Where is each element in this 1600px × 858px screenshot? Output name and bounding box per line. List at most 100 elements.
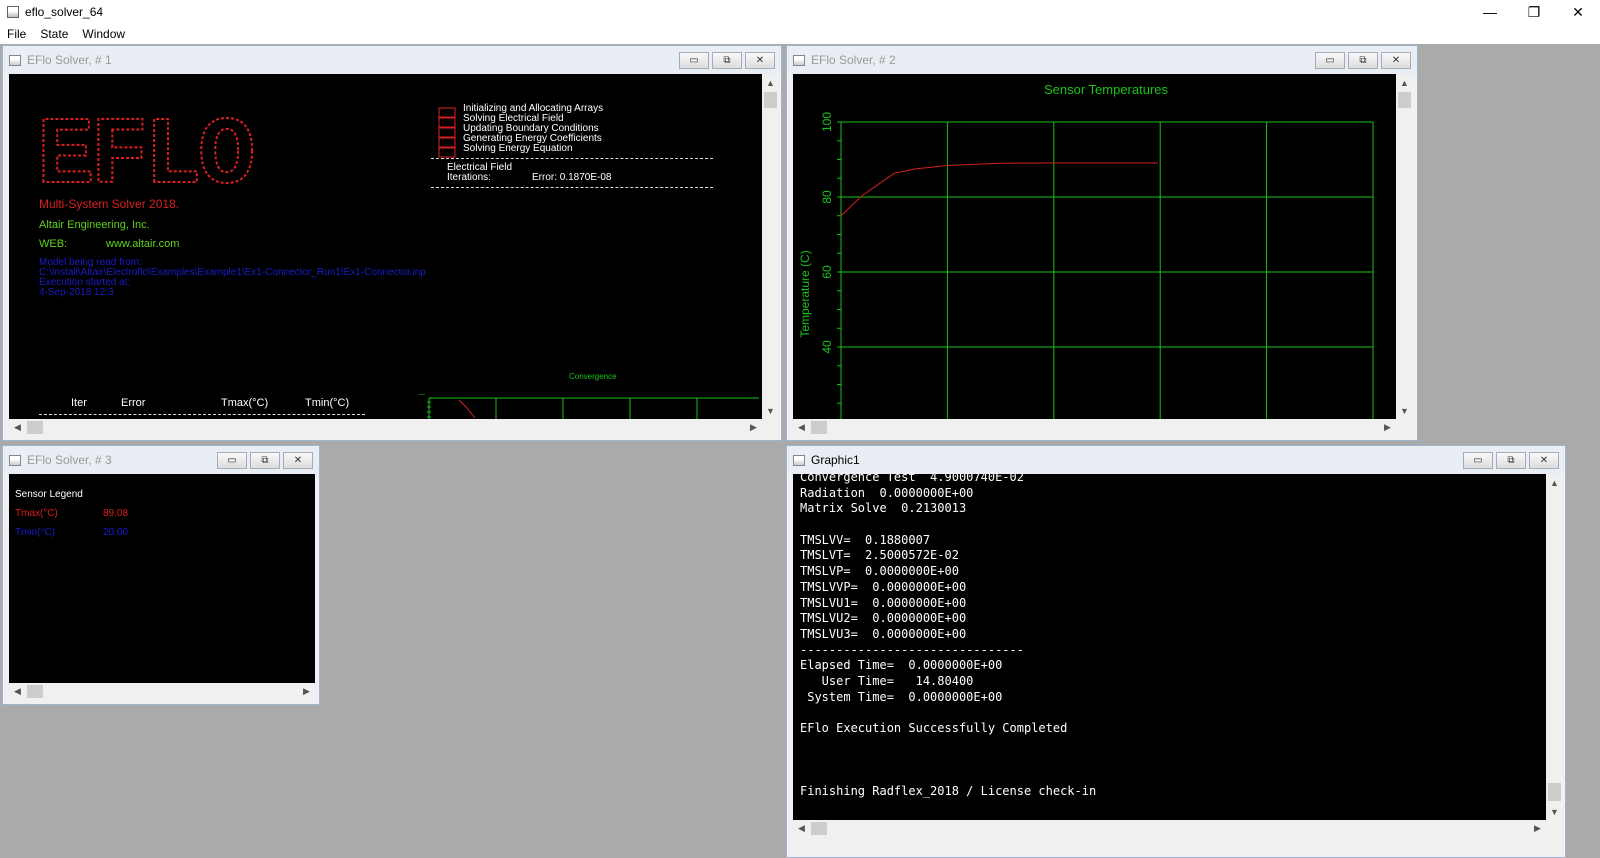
y-axis-label: Temperature (C)	[798, 250, 812, 337]
scroll-thumb[interactable]	[764, 92, 777, 108]
scroll-thumb[interactable]	[811, 421, 827, 434]
close-button[interactable]: ✕	[1529, 452, 1559, 469]
window-3-titlebar[interactable]: EFlo Solver, # 3 ▭ ⧉ ✕	[3, 446, 319, 474]
app-icon	[7, 6, 19, 18]
console-line: Radiation 0.0000000E+00	[800, 485, 974, 500]
vertical-scrollbar[interactable]: ▲ ▼	[1396, 74, 1413, 419]
console-line: TMSLVP= 0.0000000E+00	[800, 564, 959, 579]
minimize-button[interactable]: ▭	[217, 452, 247, 469]
console-line: TMSLVV= 0.1880007	[800, 532, 931, 547]
console-line: TMSLVU2= 0.0000000E+00	[800, 611, 967, 626]
sensor-legend-panel: Sensor Legend Tmax(°C) 89.08 Tmin(°C) 20…	[9, 474, 315, 683]
scroll-up-arrow[interactable]: ▲	[1396, 74, 1413, 91]
y-tick-label: 80	[820, 190, 834, 204]
table-header-iter: Iter	[71, 397, 87, 409]
scroll-thumb[interactable]	[1398, 92, 1411, 108]
window-icon	[793, 454, 805, 466]
console-line: TMSLVT= 2.5000572E-02	[800, 548, 959, 563]
menu-file[interactable]: File	[7, 27, 26, 41]
scroll-right-arrow[interactable]: ▶	[298, 683, 315, 700]
y-tick-label: 40	[820, 340, 834, 354]
solver-output-panel: EFLO Multi-System Solver 2018. Altair En…	[9, 74, 762, 419]
table-header-tmin: Tmin(°C)	[305, 397, 350, 409]
scroll-left-arrow[interactable]: ◀	[793, 820, 810, 837]
console-line: TMSLVVP= 0.0000000E+00	[800, 579, 967, 594]
chart-title: Sensor Temperatures	[1044, 82, 1169, 97]
scroll-left-arrow[interactable]: ◀	[793, 419, 810, 436]
step-item: Solving Energy Equation	[463, 143, 573, 154]
console-line: TMSLVU1= 0.0000000E+00	[800, 595, 967, 610]
horizontal-scrollbar[interactable]: ◀ ▶	[9, 419, 762, 436]
console-text: Convergence Test 4.9000740E-02 Radiation …	[800, 474, 1096, 799]
eflo-solver-window-3: EFlo Solver, # 3 ▭ ⧉ ✕ Sensor Legend Tma…	[2, 445, 320, 705]
scroll-down-arrow[interactable]: ▼	[1396, 402, 1413, 419]
scroll-thumb[interactable]	[811, 822, 827, 835]
scroll-thumb[interactable]	[27, 685, 43, 698]
scroll-down-arrow[interactable]: ▼	[1546, 803, 1563, 820]
legend-value-tmin: 20.00	[103, 527, 129, 538]
horizontal-scrollbar[interactable]: ◀ ▶	[793, 820, 1546, 837]
menu-bar: File State Window	[0, 24, 1600, 44]
chart-panel: Sensor Temperatures Temperature (C) 40 60…	[793, 74, 1396, 419]
legend-label-tmin: Tmin(°C)	[15, 527, 56, 538]
vertical-scrollbar[interactable]: ▲ ▼	[762, 74, 779, 419]
scroll-up-arrow[interactable]: ▲	[762, 74, 779, 91]
window-1-titlebar[interactable]: EFlo Solver, # 1 ▭ ⧉ ✕	[3, 46, 781, 74]
restore-button[interactable]: ⧉	[1348, 52, 1378, 69]
scroll-right-arrow[interactable]: ▶	[745, 419, 762, 436]
eflo-solver-window-1: EFlo Solver, # 1 ▭ ⧉ ✕ EFLO Multi-System…	[2, 45, 782, 441]
restore-button[interactable]: ⧉	[1496, 452, 1526, 469]
scroll-up-arrow[interactable]: ▲	[1546, 474, 1563, 491]
vertical-scrollbar[interactable]: ▲ ▼	[1546, 474, 1563, 820]
table-header-tmax: Tmax(°C)	[221, 397, 269, 409]
scroll-right-arrow[interactable]: ▶	[1379, 419, 1396, 436]
console-line: Matrix Solve 0.2130013	[800, 501, 967, 516]
menu-window[interactable]: Window	[82, 27, 125, 41]
restore-button[interactable]: ⧉	[712, 52, 742, 69]
divider	[431, 158, 713, 159]
y-tick-label: 100	[820, 112, 834, 132]
minimize-button[interactable]: ▭	[1315, 52, 1345, 69]
product-label: Multi-System Solver 2018.	[39, 197, 180, 211]
close-button[interactable]: ✕	[745, 52, 775, 69]
y-tick-label: 60	[820, 265, 834, 279]
scroll-right-arrow[interactable]: ▶	[1529, 820, 1546, 837]
console-line: Finishing Radflex_2018 / License check-i…	[800, 783, 1097, 798]
window-2-titlebar[interactable]: EFlo Solver, # 2 ▭ ⧉ ✕	[787, 46, 1417, 74]
scroll-left-arrow[interactable]: ◀	[9, 419, 26, 436]
horizontal-scrollbar[interactable]: ◀ ▶	[9, 683, 315, 700]
y-tick-labels: 40 60 80 100	[820, 112, 834, 354]
scroll-thumb[interactable]	[27, 421, 43, 434]
minimize-button[interactable]: —	[1468, 0, 1512, 24]
convergence-label: Convergence	[569, 372, 617, 381]
scroll-down-arrow[interactable]: ▼	[762, 402, 779, 419]
menu-state[interactable]: State	[40, 27, 68, 41]
restore-button[interactable]: ⧉	[250, 452, 280, 469]
close-button[interactable]: ✕	[283, 452, 313, 469]
horizontal-scrollbar[interactable]: ◀ ▶	[793, 419, 1396, 436]
minimize-button[interactable]: ▭	[1463, 452, 1493, 469]
restore-button[interactable]: ❐	[1512, 0, 1556, 24]
company-label: Altair Engineering, Inc.	[39, 219, 150, 231]
window-icon	[9, 454, 21, 466]
error-value: Error: 0.1870E-08	[532, 172, 612, 183]
scroll-thumb[interactable]	[1548, 783, 1561, 801]
close-button[interactable]: ✕	[1381, 52, 1411, 69]
console-line: EFlo Execution Successfully Completed	[800, 721, 1068, 735]
web-url[interactable]: www.altair.com	[106, 238, 179, 250]
close-button[interactable]: ✕	[1556, 0, 1600, 24]
console-line: User Time= 14.80400	[800, 673, 974, 688]
window-1-title: EFlo Solver, # 1	[27, 53, 112, 67]
window-4-titlebar[interactable]: Graphic1 ▭ ⧉ ✕	[787, 446, 1565, 474]
scroll-left-arrow[interactable]: ◀	[9, 683, 26, 700]
sensor-temperature-chart: Sensor Temperatures Temperature (C) 40 60…	[798, 82, 1374, 419]
table-header-error: Error	[121, 397, 146, 409]
web-label: WEB:	[39, 238, 68, 250]
minimize-button[interactable]: ▭	[679, 52, 709, 69]
legend-title: Sensor Legend	[15, 489, 83, 500]
chart-grid	[837, 121, 1374, 419]
